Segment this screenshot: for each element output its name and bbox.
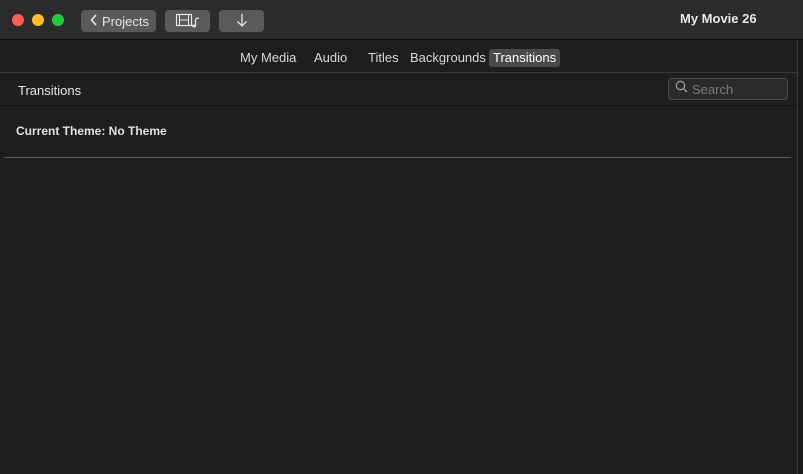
film-music-icon [175, 12, 201, 31]
tab-my-media[interactable]: My Media [236, 49, 300, 67]
imovie-window: Projects My Movie 26 My Media Audio Titl… [0, 0, 803, 474]
current-theme-label: Current Theme: No Theme [16, 124, 167, 138]
search-field[interactable] [668, 78, 788, 100]
title-bar: Projects My Movie 26 [0, 0, 803, 40]
media-browser-button[interactable] [165, 10, 210, 32]
media-tab-bar: My Media Audio Titles Backgrounds Transi… [0, 40, 797, 73]
tab-backgrounds[interactable]: Backgrounds [406, 49, 490, 67]
import-button[interactable] [219, 10, 264, 32]
minimize-window-button[interactable] [32, 14, 44, 26]
arrow-down-icon [235, 12, 249, 31]
browser-header: Transitions [0, 73, 797, 106]
panel-divider[interactable] [797, 40, 803, 474]
tab-titles[interactable]: Titles [364, 49, 403, 67]
maximize-window-button[interactable] [52, 14, 64, 26]
window-title: My Movie 26 [680, 11, 757, 26]
projects-button[interactable]: Projects [81, 10, 156, 32]
tab-audio[interactable]: Audio [310, 49, 351, 67]
tab-transitions[interactable]: Transitions [489, 49, 561, 67]
browser-title: Transitions [18, 83, 82, 98]
divider [4, 157, 791, 158]
search-input[interactable] [692, 81, 782, 97]
search-icon [669, 80, 688, 98]
close-window-button[interactable] [12, 14, 24, 26]
chevron-left-icon [90, 13, 98, 29]
projects-button-label: Projects [102, 13, 149, 29]
